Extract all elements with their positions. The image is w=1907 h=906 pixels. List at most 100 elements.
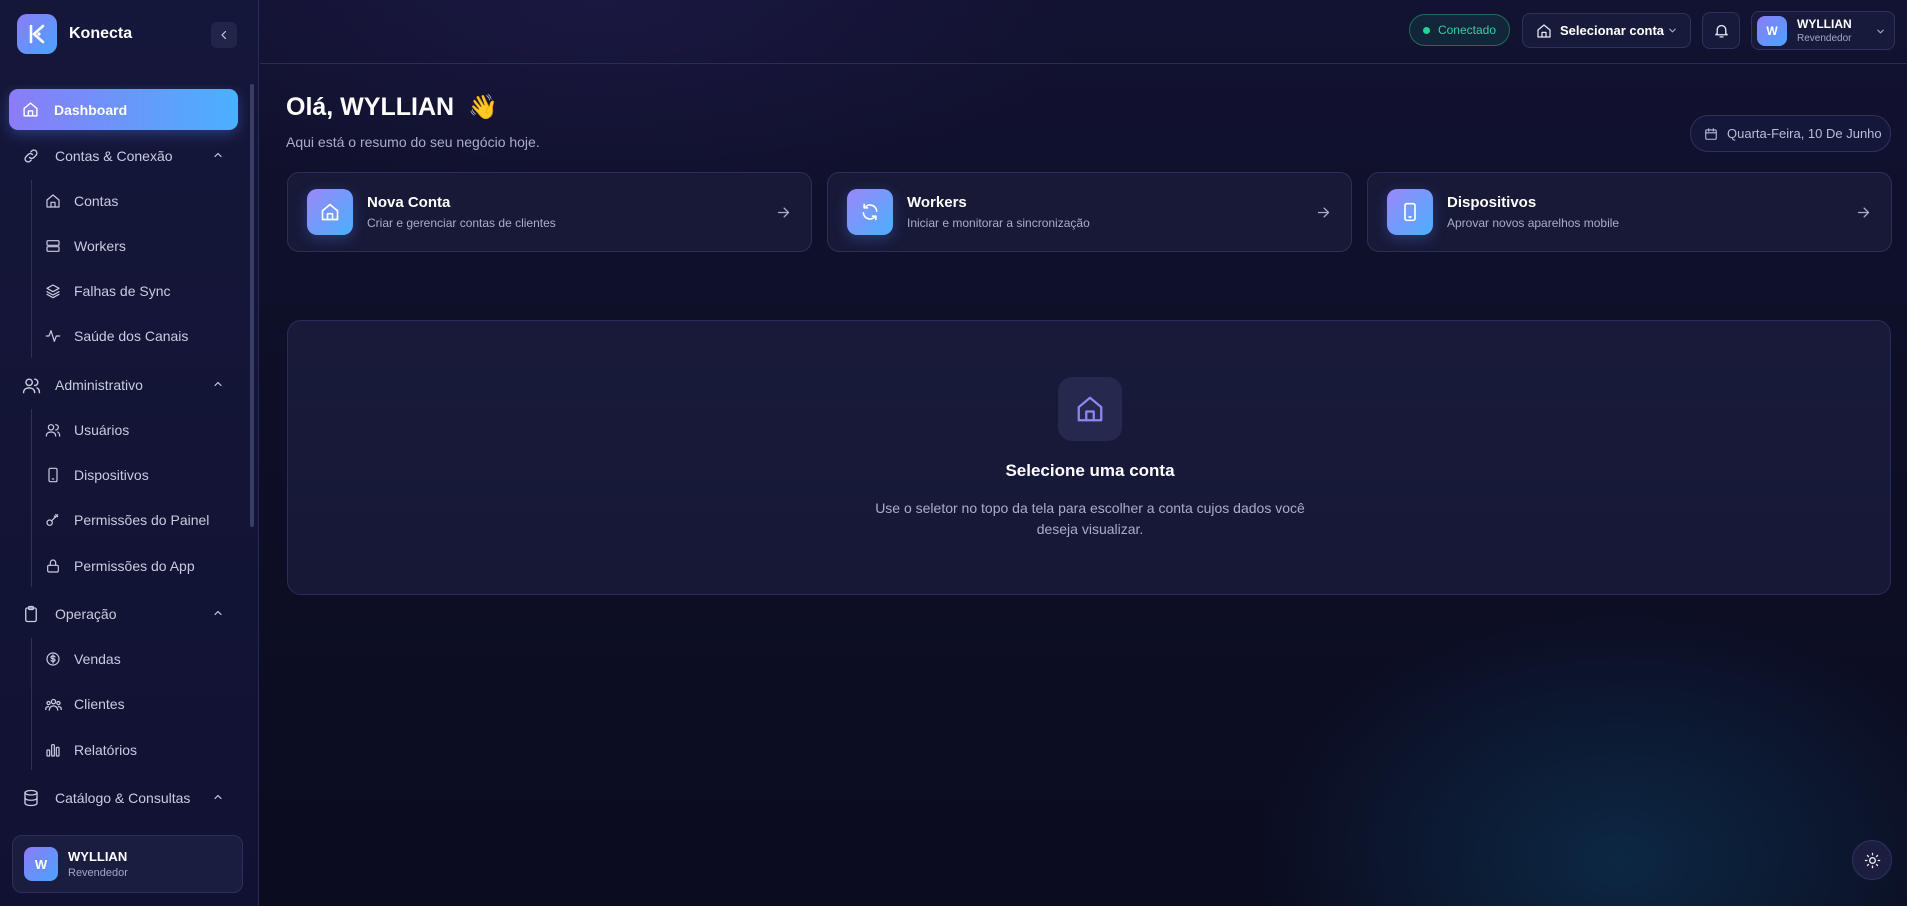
sidebar-scrollbar[interactable] [249,80,255,820]
home-icon [1058,377,1122,441]
sidebar-item-permissoes-do-painel[interactable]: Permissões do Painel [41,501,238,539]
sidebar-group-operacao[interactable]: Operação [9,594,238,634]
sun-icon [1864,852,1880,868]
arrow-right-icon [1316,205,1331,220]
card-description: Aprovar novos aparelhos mobile [1447,216,1620,230]
brand-name: Konecta [69,25,133,42]
status-text: Conectado [1437,23,1497,37]
user-role: Revendedor [1797,33,1852,44]
greeting-text: Olá, WYLLIAN [286,93,455,121]
card-title: Dispositivos [1447,194,1537,211]
refresh-icon [847,189,893,235]
sidebar-group-label: Catálogo & Consultas [55,790,191,806]
sidebar-item-relatorios[interactable]: Relatórios [41,731,238,769]
empty-state-title: Selecione uma conta [1005,461,1175,480]
sidebar-group-label: Operação [55,606,117,622]
chevron-down-icon [1669,28,1676,33]
user-role: Revendedor [68,867,128,879]
sidebar-item-dispositivos[interactable]: Dispositivos [41,456,238,494]
sidebar-group-label: Administrativo [55,377,143,393]
card-nova-conta[interactable]: Nova Conta Criar e gerenciar contas de c… [287,172,812,252]
smartphone-icon [1387,189,1433,235]
sidebar-item-label: Dashboard [54,101,128,118]
page-title: Olá, WYLLIAN 👋 [286,93,498,122]
sidebar-item-usuarios[interactable]: Usuários [41,411,238,449]
sidebar-item-label: Vendas [74,651,121,667]
sidebar-item-clientes[interactable]: Clientes [41,685,238,723]
group-icon [44,695,62,713]
sidebar-item-label: Falhas de Sync [74,283,171,299]
sidebar-item-label: Relatórios [74,742,138,758]
sub-menu-line [31,638,32,770]
sidebar-group-administrativo[interactable]: Administrativo [9,365,238,405]
smartphone-icon [44,466,62,484]
card-description: Criar e gerenciar contas de clientes [367,216,556,230]
arrow-right-icon [1856,205,1871,220]
sidebar-item-vendas[interactable]: Vendas [41,640,238,678]
sidebar-item-saude-dos-canais[interactable]: Saúde dos Canais [41,317,238,355]
brand[interactable]: Konecta [17,14,132,54]
chevron-up-icon [214,381,222,387]
users-icon [21,375,41,395]
sidebar-item-dashboard[interactable]: Dashboard [9,89,238,130]
link-icon [21,146,41,166]
calendar-icon [1704,127,1718,141]
activity-icon [44,327,62,345]
chevron-up-icon [214,794,222,800]
page-subtitle: Aqui está o resumo do seu negócio hoje. [286,134,540,150]
users-icon [44,421,62,439]
sidebar-group-contas-conexao[interactable]: Contas & Conexão [9,136,238,176]
card-title: Workers [907,194,967,211]
user-meta: WYLLIAN Revendedor [68,849,128,879]
sidebar-item-workers[interactable]: Workers [41,227,238,265]
account-select[interactable]: Selecionar conta [1522,13,1691,48]
sidebar-scrollbar-thumb[interactable] [250,84,254,527]
sidebar-item-label: Workers [74,238,126,254]
header-user-menu[interactable]: W WYLLIAN Revendedor [1751,11,1895,50]
chevron-left-icon [221,30,227,40]
card-workers[interactable]: Workers Iniciar e monitorar a sincroniza… [827,172,1352,252]
home-icon [307,189,353,235]
dollar-circle-icon [44,650,62,668]
sub-menu-line [31,180,32,358]
sidebar-nav: Dashboard Contas & Conexão Contas Worker… [0,85,248,815]
card-text: Nova Conta Criar e gerenciar contas de c… [367,194,556,230]
sidebar-item-contas[interactable]: Contas [41,182,238,220]
home-icon [21,101,39,119]
sidebar-item-label: Saúde dos Canais [74,328,189,344]
user-name: WYLLIAN [1797,17,1852,31]
date-text: Quarta-Feira, 10 De Junho [1727,126,1882,141]
account-select-label: Selecionar conta [1560,23,1665,38]
theme-toggle-button[interactable] [1852,840,1892,880]
chevron-up-icon [214,610,222,616]
sidebar-item-falhas-de-sync[interactable]: Falhas de Sync [41,272,238,310]
user-meta: WYLLIAN Revendedor [1797,17,1852,44]
card-dispositivos[interactable]: Dispositivos Aprovar novos aparelhos mob… [1367,172,1892,252]
chevron-up-icon [214,152,222,158]
arrow-right-icon [776,205,791,220]
sidebar-user-card[interactable]: W WYLLIAN Revendedor [12,835,243,893]
empty-state-panel: Selecione uma conta Use o seletor no top… [287,320,1891,595]
bar-chart-icon [44,741,62,759]
key-icon [44,511,62,529]
sidebar-group-catalogo-consultas[interactable]: Catálogo & Consultas [9,778,238,815]
notifications-button[interactable] [1702,12,1740,49]
sidebar-group-label: Contas & Conexão [55,148,173,164]
sidebar-item-permissoes-do-app[interactable]: Permissões do App [41,547,238,585]
card-description: Iniciar e monitorar a sincronização [907,216,1090,230]
sidebar-item-label: Permissões do App [74,558,195,574]
bell-icon [1714,24,1728,38]
sidebar-item-label: Permissões do Painel [74,512,210,528]
database-icon [21,788,41,808]
lock-icon [44,557,62,575]
connection-status-badge: Conectado [1409,14,1510,46]
layers-icon [44,282,62,300]
sub-menu-line [31,409,32,587]
clipboard-icon [21,604,41,624]
collapse-sidebar-button[interactable] [211,22,237,48]
server-icon [44,237,62,255]
status-dot-icon [1422,26,1430,34]
sidebar: Konecta Dashboard Contas & Conexão Conta… [0,0,259,906]
date-badge: Quarta-Feira, 10 De Junho [1690,115,1891,152]
card-text: Dispositivos Aprovar novos aparelhos mob… [1447,194,1619,230]
